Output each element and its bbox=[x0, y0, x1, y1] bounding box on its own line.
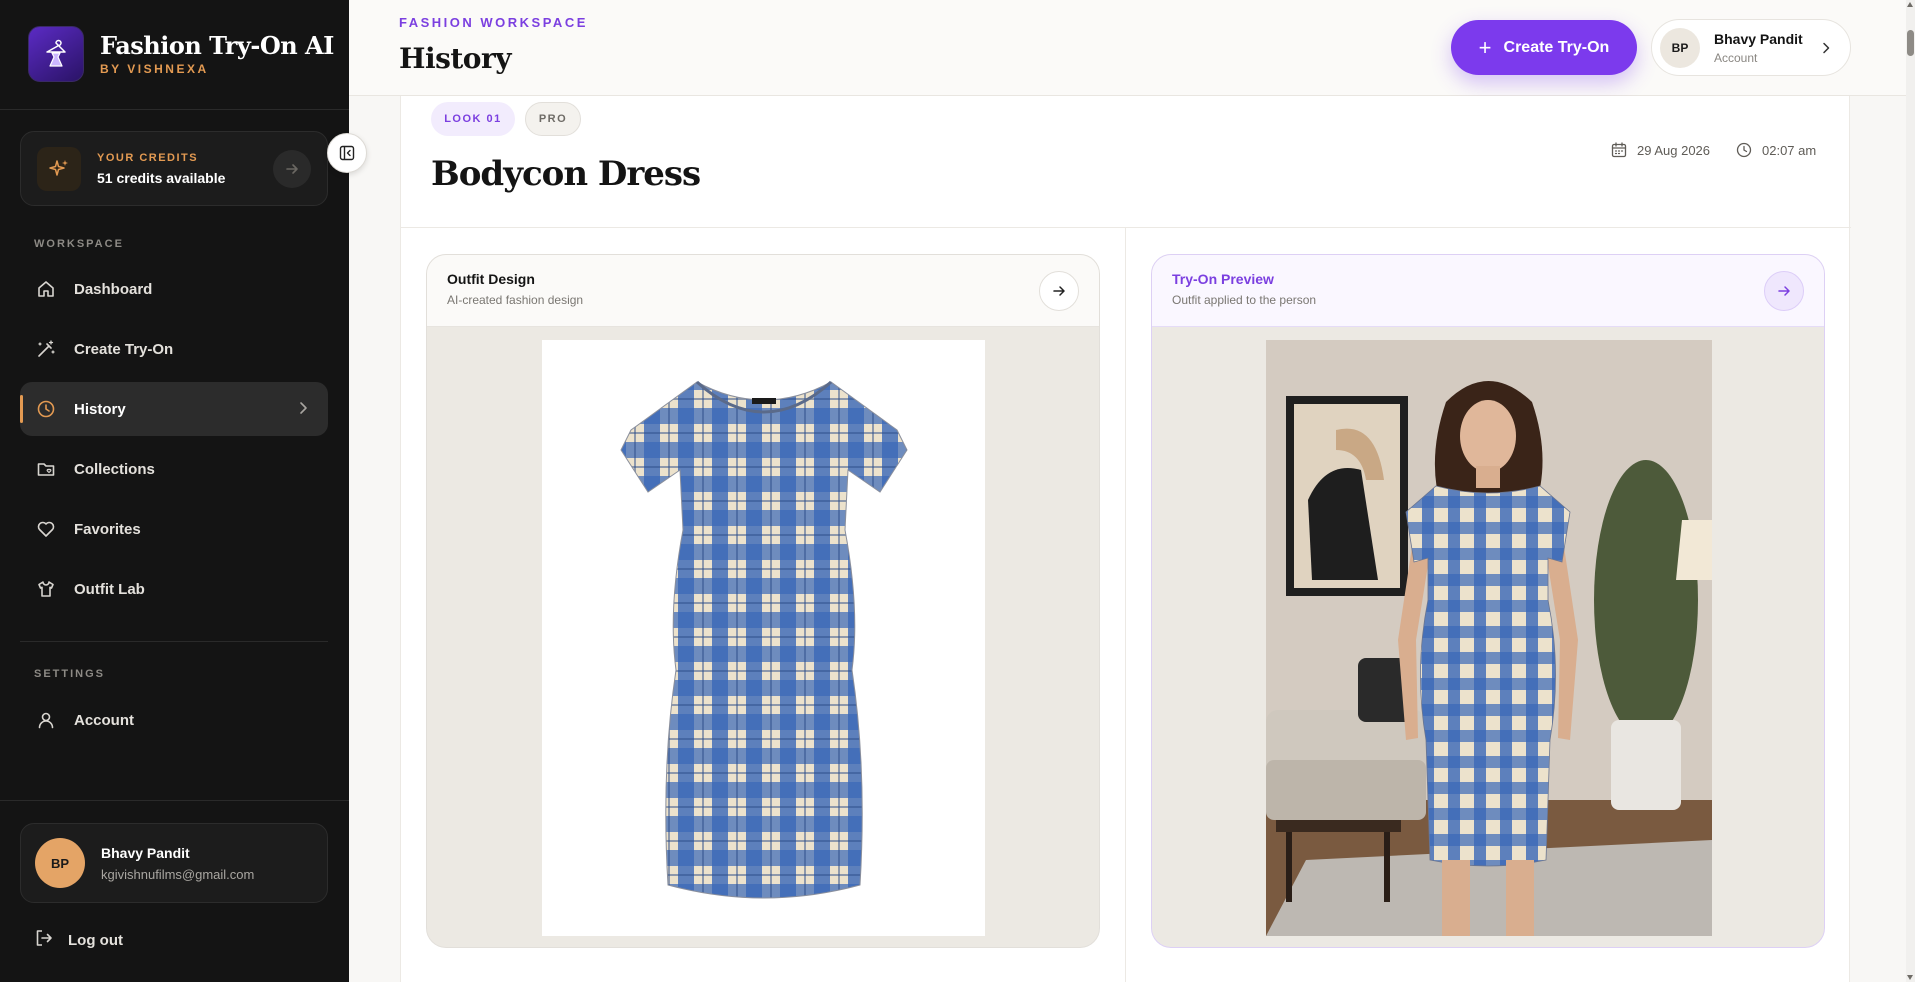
logout-label: Log out bbox=[68, 932, 123, 949]
folder-icon bbox=[34, 457, 58, 481]
clock-icon bbox=[1736, 142, 1752, 158]
account-menu-button[interactable]: BP Bhavy Pandit Account bbox=[1651, 19, 1851, 76]
credits-value: 51 credits available bbox=[97, 169, 226, 186]
chevron-right-icon bbox=[1818, 40, 1834, 61]
magic-wand-icon bbox=[34, 337, 58, 361]
logout-icon bbox=[34, 928, 54, 953]
brand[interactable]: Fashion Try-On AI BY VISHNEXA bbox=[28, 26, 334, 82]
create-try-on-label: Create Try-On bbox=[1503, 38, 1610, 56]
sidebar-item-favorites[interactable]: Favorites bbox=[20, 502, 328, 556]
try-on-preview-header[interactable]: Try-On Preview Outfit applied to the per… bbox=[1152, 255, 1824, 327]
top-header: FASHION WORKSPACE History + Create Try-O… bbox=[349, 0, 1906, 96]
look-time: 02:07 am bbox=[1736, 142, 1816, 158]
credits-arrow-button[interactable] bbox=[273, 150, 311, 188]
user-icon bbox=[34, 708, 58, 732]
model-photo bbox=[1266, 340, 1712, 936]
look-date: 29 Aug 2026 bbox=[1611, 142, 1710, 158]
home-icon bbox=[34, 277, 58, 301]
user-card[interactable]: BP Bhavy Pandit kgivishnufilms@gmail.com bbox=[20, 823, 328, 903]
tier-badge: PRO bbox=[525, 102, 581, 136]
sidebar-divider bbox=[0, 109, 349, 110]
look-title: Bodycon Dress bbox=[431, 154, 701, 194]
sidebar-item-label: Favorites bbox=[74, 520, 141, 538]
sidebar-item-label: Account bbox=[74, 711, 134, 729]
look-date-value: 29 Aug 2026 bbox=[1637, 142, 1711, 158]
account-name: Bhavy Pandit bbox=[1714, 30, 1803, 47]
user-email: kgivishnufilms@gmail.com bbox=[101, 866, 255, 882]
avatar: BP bbox=[35, 838, 85, 888]
arrow-right-icon bbox=[1778, 286, 1790, 296]
arrow-right-icon bbox=[286, 164, 298, 174]
outfit-design-header[interactable]: Outfit Design AI-created fashion design bbox=[427, 255, 1099, 327]
heart-icon bbox=[34, 517, 58, 541]
workspace-section-label: WORKSPACE bbox=[34, 238, 124, 250]
header-eyebrow: FASHION WORKSPACE bbox=[399, 15, 588, 30]
sidebar-item-account[interactable]: Account bbox=[20, 693, 328, 747]
sparkle-icon bbox=[37, 146, 81, 191]
column-divider bbox=[1125, 228, 1126, 982]
try-on-preview-image[interactable] bbox=[1266, 340, 1712, 936]
scrollbar-thumb[interactable] bbox=[1907, 30, 1914, 56]
sidebar: Fashion Try-On AI BY VISHNEXA YOUR CREDI… bbox=[0, 0, 349, 982]
page-title: History bbox=[399, 42, 512, 75]
scroll-down-arrow-icon[interactable] bbox=[1907, 975, 1913, 980]
sidebar-item-label: Outfit Lab bbox=[74, 580, 145, 598]
sidebar-item-label: Collections bbox=[74, 460, 155, 478]
panel-title: Outfit Design bbox=[447, 271, 535, 287]
create-try-on-button[interactable]: + Create Try-On bbox=[1451, 20, 1637, 75]
card-divider bbox=[401, 227, 1851, 228]
credits-label: YOUR CREDITS bbox=[97, 151, 199, 164]
avatar: BP bbox=[1660, 27, 1700, 68]
panel-collapse-icon bbox=[339, 145, 355, 161]
shirt-icon bbox=[34, 577, 58, 601]
sidebar-item-outfit-lab[interactable]: Outfit Lab bbox=[20, 562, 328, 616]
panel-subtitle: AI-created fashion design bbox=[447, 293, 584, 307]
sidebar-item-label: Dashboard bbox=[74, 280, 153, 298]
try-on-preview-panel: Try-On Preview Outfit applied to the per… bbox=[1151, 254, 1825, 948]
outfit-design-panel: Outfit Design AI-created fashion design bbox=[426, 254, 1100, 948]
open-outfit-design-button[interactable] bbox=[1039, 271, 1079, 311]
sidebar-item-label: Create Try-On bbox=[74, 340, 174, 358]
open-try-on-preview-button[interactable] bbox=[1764, 271, 1804, 311]
logout-button[interactable]: Log out bbox=[34, 928, 123, 953]
look-tag: LOOK 01 bbox=[431, 102, 515, 136]
settings-section-label: SETTINGS bbox=[34, 668, 106, 680]
user-name: Bhavy Pandit bbox=[101, 844, 190, 861]
sidebar-item-collections[interactable]: Collections bbox=[20, 442, 328, 496]
sidebar-collapse-button[interactable] bbox=[327, 133, 367, 173]
dress-illustration bbox=[620, 380, 908, 899]
sidebar-divider bbox=[0, 800, 349, 801]
look-time-value: 02:07 am bbox=[1762, 142, 1817, 158]
plus-icon: + bbox=[1478, 34, 1492, 60]
page-scrollbar[interactable] bbox=[1906, 0, 1915, 982]
look-detail-card: LOOK 01 PRO Bodycon Dress 29 Aug 2026 02… bbox=[400, 96, 1851, 982]
panel-title: Try-On Preview bbox=[1172, 271, 1274, 287]
panel-subtitle: Outfit applied to the person bbox=[1172, 293, 1317, 307]
account-sub: Account bbox=[1714, 50, 1758, 65]
chevron-right-icon bbox=[294, 399, 312, 422]
sidebar-item-dashboard[interactable]: Dashboard bbox=[20, 262, 328, 316]
credits-card[interactable]: YOUR CREDITS 51 credits available bbox=[20, 131, 328, 206]
brand-subtitle: BY VISHNEXA bbox=[100, 62, 209, 76]
dress-hanger-icon bbox=[28, 26, 84, 82]
scroll-up-arrow-icon[interactable] bbox=[1907, 2, 1913, 7]
outfit-design-image[interactable] bbox=[542, 340, 985, 936]
arrow-right-icon bbox=[1053, 286, 1065, 296]
brand-title: Fashion Try-On AI bbox=[100, 31, 334, 60]
sidebar-item-label: History bbox=[74, 400, 126, 418]
sidebar-divider bbox=[20, 641, 328, 642]
sidebar-item-create-try-on[interactable]: Create Try-On bbox=[20, 322, 328, 376]
calendar-icon bbox=[1611, 142, 1627, 158]
clock-icon bbox=[34, 397, 58, 421]
sidebar-item-history[interactable]: History bbox=[20, 382, 328, 436]
